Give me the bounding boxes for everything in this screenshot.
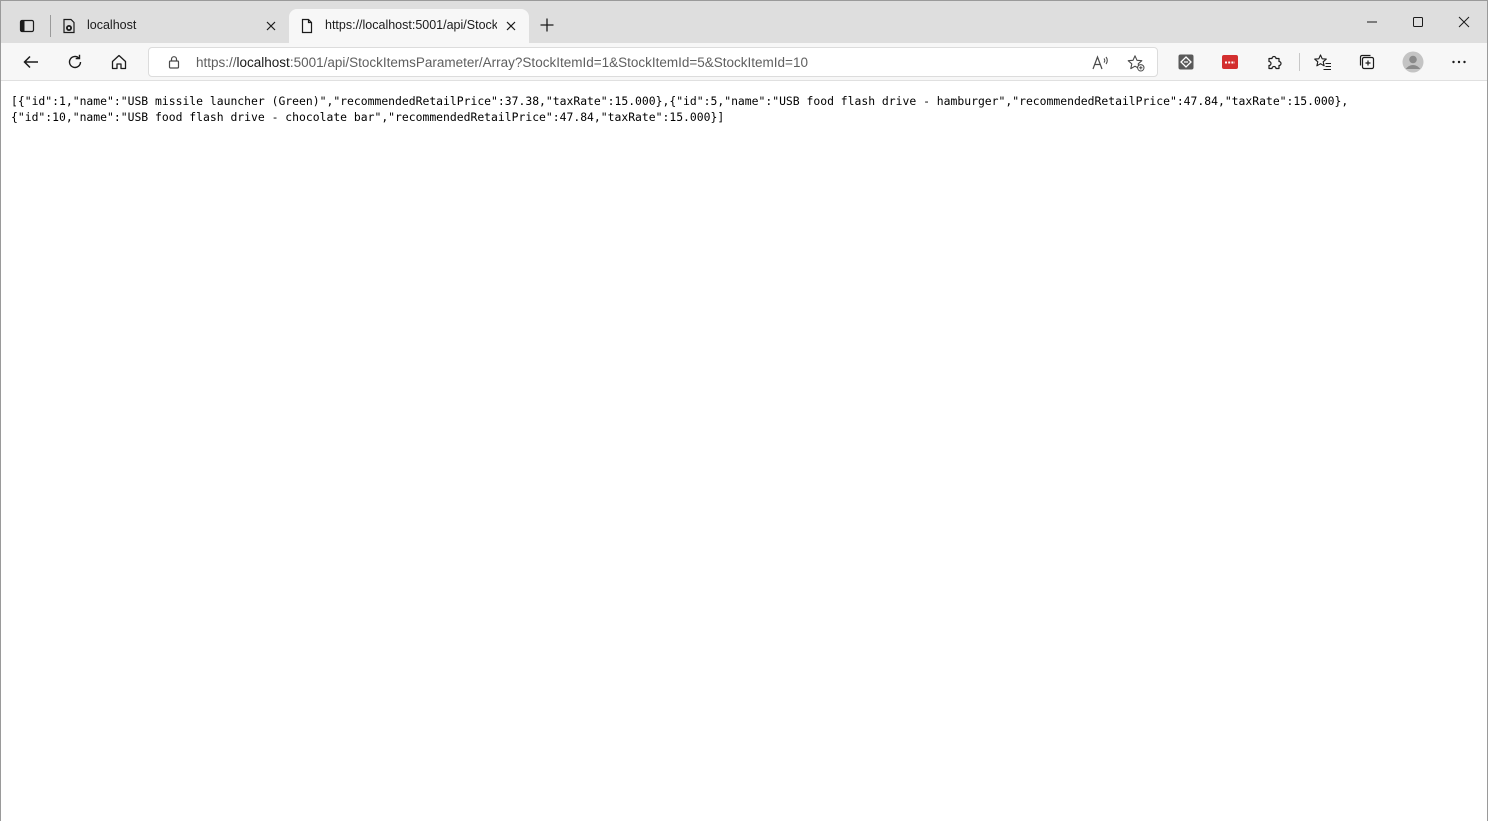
puzzle-icon	[1268, 55, 1282, 70]
page-icon	[299, 18, 315, 34]
tab-actions-icon	[19, 19, 35, 33]
maximize-icon	[1413, 17, 1423, 27]
refresh-button[interactable]	[61, 48, 89, 76]
minimize-button[interactable]	[1352, 7, 1392, 37]
back-arrow-icon	[23, 55, 38, 69]
collections-icon	[1359, 54, 1375, 70]
address-bar[interactable]: https://localhost:5001/api/StockItemsPar…	[148, 47, 1158, 77]
home-button[interactable]	[105, 48, 133, 76]
close-icon[interactable]	[503, 18, 519, 34]
lock-icon[interactable]	[167, 55, 181, 69]
back-button[interactable]	[17, 48, 45, 76]
refresh-icon	[68, 54, 82, 69]
favorites-icon	[1314, 54, 1331, 71]
tab-strip: localhost https://localhost:5001/api/Sto…	[1, 1, 1487, 43]
tab-stockitems-api[interactable]: https://localhost:5001/api/StockItemsPar…	[289, 9, 529, 43]
page-content: [{"id":1,"name":"USB missile launcher (G…	[1, 82, 1487, 822]
favorites-button[interactable]	[1309, 48, 1337, 76]
extension-button-1[interactable]	[1172, 48, 1200, 76]
close-icon	[1458, 16, 1470, 28]
devtools-icon	[61, 18, 77, 34]
minimize-icon	[1367, 21, 1377, 23]
plus-icon	[540, 18, 554, 32]
new-tab-button[interactable]	[535, 13, 559, 37]
url-text[interactable]: https://localhost:5001/api/StockItemsPar…	[196, 55, 808, 70]
window-close-button[interactable]	[1444, 7, 1484, 37]
browser-window: localhost https://localhost:5001/api/Sto…	[0, 0, 1488, 822]
url-prefix: https://	[196, 55, 237, 70]
tab-localhost[interactable]: localhost	[51, 9, 289, 43]
read-aloud-icon[interactable]	[1089, 52, 1111, 74]
browser-toolbar: https://localhost:5001/api/StockItemsPar…	[1, 43, 1487, 81]
json-line: {"id":10,"name":"USB food flash drive - …	[11, 109, 725, 124]
json-response: [{"id":1,"name":"USB missile launcher (G…	[11, 94, 1348, 125]
url-host: localhost	[236, 55, 290, 70]
extension-red-icon	[1222, 55, 1238, 69]
tab-title: localhost	[87, 18, 137, 32]
tab-actions-button[interactable]	[13, 12, 41, 40]
extension-diamond-icon	[1178, 54, 1194, 70]
close-icon[interactable]	[263, 18, 279, 34]
more-icon	[1452, 60, 1466, 64]
extensions-button[interactable]	[1260, 48, 1288, 76]
url-path: :5001/api/StockItemsParameter/Array?Stoc…	[289, 55, 808, 70]
collections-button[interactable]	[1353, 48, 1381, 76]
profile-button[interactable]	[1399, 48, 1427, 76]
json-line: [{"id":1,"name":"USB missile launcher (G…	[11, 94, 1349, 108]
settings-menu-button[interactable]	[1445, 48, 1473, 76]
extension-button-2[interactable]	[1216, 48, 1244, 76]
maximize-button[interactable]	[1398, 7, 1438, 37]
tab-title: https://localhost:5001/api/StockItemsPar…	[325, 18, 497, 32]
home-icon	[111, 54, 127, 70]
add-favorite-icon[interactable]	[1125, 52, 1147, 74]
toolbar-separator	[1299, 53, 1300, 71]
avatar	[1402, 51, 1424, 73]
